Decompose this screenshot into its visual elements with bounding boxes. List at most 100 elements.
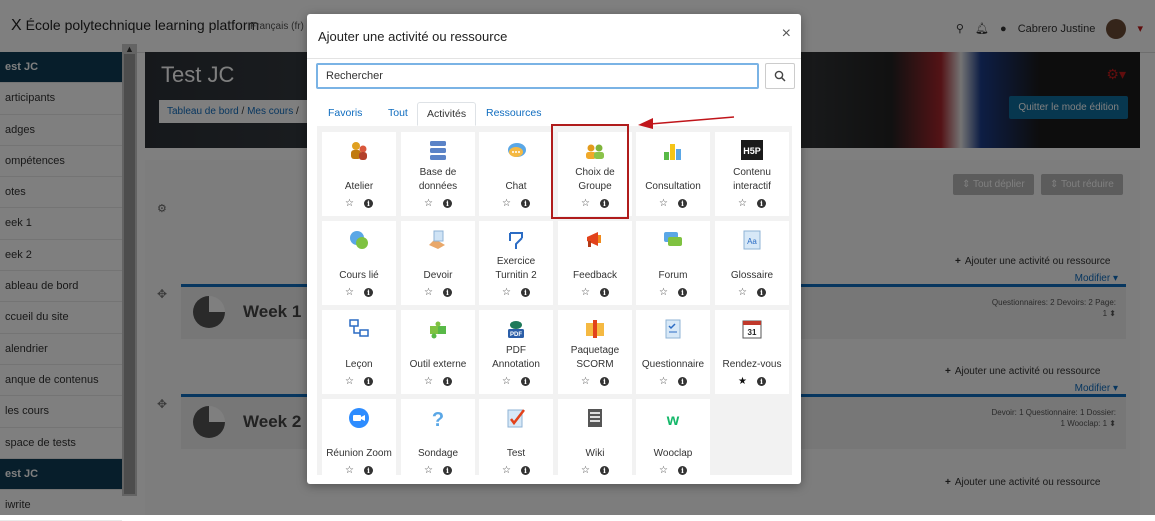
activity-tile[interactable]: Consultation ☆ i	[636, 132, 710, 216]
activity-tile[interactable]: Paquetage SCORM ☆ i	[558, 310, 632, 394]
quiz-icon	[479, 407, 553, 429]
info-icon[interactable]: i	[363, 377, 373, 386]
linked-course-icon	[322, 229, 396, 251]
close-icon[interactable]: ×	[782, 25, 791, 43]
activity-tile[interactable]: Atelier ☆ i	[322, 132, 396, 216]
star-icon[interactable]: ☆	[345, 377, 354, 387]
search-button[interactable]	[765, 63, 795, 89]
info-icon[interactable]: i	[677, 377, 687, 386]
activity-label: Cours lié	[339, 270, 379, 281]
star-icon[interactable]: ☆	[502, 466, 511, 476]
tile-actions: ☆ i	[322, 199, 396, 209]
activity-tile[interactable]: Exercice Turnitin 2 ☆ i	[479, 221, 553, 305]
tab-activites[interactable]: Activités	[417, 102, 477, 126]
activity-tile[interactable]: Test ☆ i	[479, 399, 553, 483]
info-icon[interactable]: i	[756, 288, 766, 297]
activity-label: Exercice Turnitin 2	[495, 256, 537, 281]
info-icon[interactable]: i	[677, 288, 687, 297]
database-icon	[401, 140, 475, 162]
info-icon[interactable]: i	[520, 466, 530, 475]
activity-tile[interactable]: Outil externe ☆ i	[401, 310, 475, 394]
info-icon[interactable]: i	[599, 466, 609, 475]
activity-tile[interactable]: Questionnaire ☆ i	[636, 310, 710, 394]
activity-tile[interactable]: Leçon ☆ i	[322, 310, 396, 394]
svg-text:PDF: PDF	[510, 332, 522, 338]
activity-tile[interactable]: ? Sondage ☆ i	[401, 399, 475, 483]
tab-tout[interactable]: Tout	[379, 102, 417, 126]
star-icon[interactable]: ☆	[581, 377, 590, 387]
glossary-icon: Aa	[715, 229, 789, 251]
question-mark-icon: ?	[401, 407, 475, 429]
star-icon[interactable]: ☆	[502, 199, 511, 209]
info-icon[interactable]: i	[677, 466, 687, 475]
tile-actions: ☆ i	[715, 288, 789, 298]
tile-actions: ☆ i	[558, 466, 632, 476]
atelier-icon	[322, 140, 396, 162]
search-input[interactable]	[316, 63, 759, 89]
star-icon[interactable]: ☆	[659, 466, 668, 476]
info-icon[interactable]: i	[363, 199, 373, 208]
tile-actions: ☆ i	[479, 466, 553, 476]
tile-actions: ☆ i	[322, 466, 396, 476]
star-icon[interactable]: ☆	[345, 288, 354, 298]
star-icon[interactable]: ☆	[424, 377, 433, 387]
star-icon[interactable]: ☆	[424, 288, 433, 298]
activity-tile[interactable]: Chat ☆ i	[479, 132, 553, 216]
activity-tile[interactable]: Base de données ☆ i	[401, 132, 475, 216]
activity-tile[interactable]: PDF PDF Annotation ☆ i	[479, 310, 553, 394]
info-icon[interactable]: i	[756, 377, 766, 386]
star-icon[interactable]: ☆	[738, 288, 747, 298]
info-icon[interactable]: i	[599, 377, 609, 386]
activity-tile[interactable]: H5P Contenu interactif ☆ i	[715, 132, 789, 216]
chat-icon	[479, 140, 553, 162]
activity-tile[interactable]: w Wooclap ☆ i	[636, 399, 710, 483]
activity-tile[interactable]: 31 Rendez-vous ★ i	[715, 310, 789, 394]
activity-tile[interactable]: Forum ☆ i	[636, 221, 710, 305]
activity-label: Leçon	[345, 359, 373, 370]
tab-favoris[interactable]: Favoris	[319, 102, 371, 126]
activity-tile[interactable]: Cours lié ☆ i	[322, 221, 396, 305]
info-icon[interactable]: i	[520, 288, 530, 297]
search-bar	[316, 63, 795, 93]
turnitin-icon	[479, 229, 553, 251]
info-icon[interactable]: i	[442, 199, 452, 208]
activity-label: Atelier	[344, 181, 374, 192]
star-icon[interactable]: ☆	[424, 466, 433, 476]
info-icon[interactable]: i	[677, 199, 687, 208]
tile-actions: ☆ i	[636, 288, 710, 298]
activity-tile[interactable]: Aa Glossaire ☆ i	[715, 221, 789, 305]
info-icon[interactable]: i	[520, 377, 530, 386]
star-icon[interactable]: ☆	[738, 199, 747, 209]
star-icon[interactable]: ☆	[659, 199, 668, 209]
info-icon[interactable]: i	[363, 288, 373, 297]
star-icon[interactable]: ☆	[581, 288, 590, 298]
star-icon[interactable]: ★	[738, 377, 747, 387]
star-icon[interactable]: ☆	[424, 199, 433, 209]
star-icon[interactable]: ☆	[345, 199, 354, 209]
activity-tile[interactable]: Wiki ☆ i	[558, 399, 632, 483]
info-icon[interactable]: i	[599, 288, 609, 297]
activity-tile[interactable]: Feedback ☆ i	[558, 221, 632, 305]
activity-label: Devoir	[423, 270, 453, 281]
activity-label: Questionnaire	[641, 359, 705, 370]
info-icon[interactable]: i	[442, 377, 452, 386]
info-icon[interactable]: i	[442, 466, 452, 475]
wooclap-icon: w	[636, 407, 710, 429]
star-icon[interactable]: ☆	[345, 466, 354, 476]
star-icon[interactable]: ☆	[581, 466, 590, 476]
star-icon[interactable]: ☆	[502, 288, 511, 298]
info-icon[interactable]: i	[756, 199, 766, 208]
star-icon[interactable]: ☆	[659, 288, 668, 298]
tile-actions: ☆ i	[636, 466, 710, 476]
activity-tile[interactable]: Devoir ☆ i	[401, 221, 475, 305]
info-icon[interactable]: i	[442, 288, 452, 297]
forum-icon	[636, 229, 710, 251]
info-icon[interactable]: i	[520, 199, 530, 208]
activity-label: Feedback	[573, 270, 617, 281]
activity-tile[interactable]: Réunion Zoom ☆ i	[322, 399, 396, 483]
tab-ressources[interactable]: Ressources	[477, 102, 550, 126]
star-icon[interactable]: ☆	[659, 377, 668, 387]
info-icon[interactable]: i	[363, 466, 373, 475]
star-icon[interactable]: ☆	[502, 377, 511, 387]
red-arrow-annotation	[638, 116, 735, 129]
